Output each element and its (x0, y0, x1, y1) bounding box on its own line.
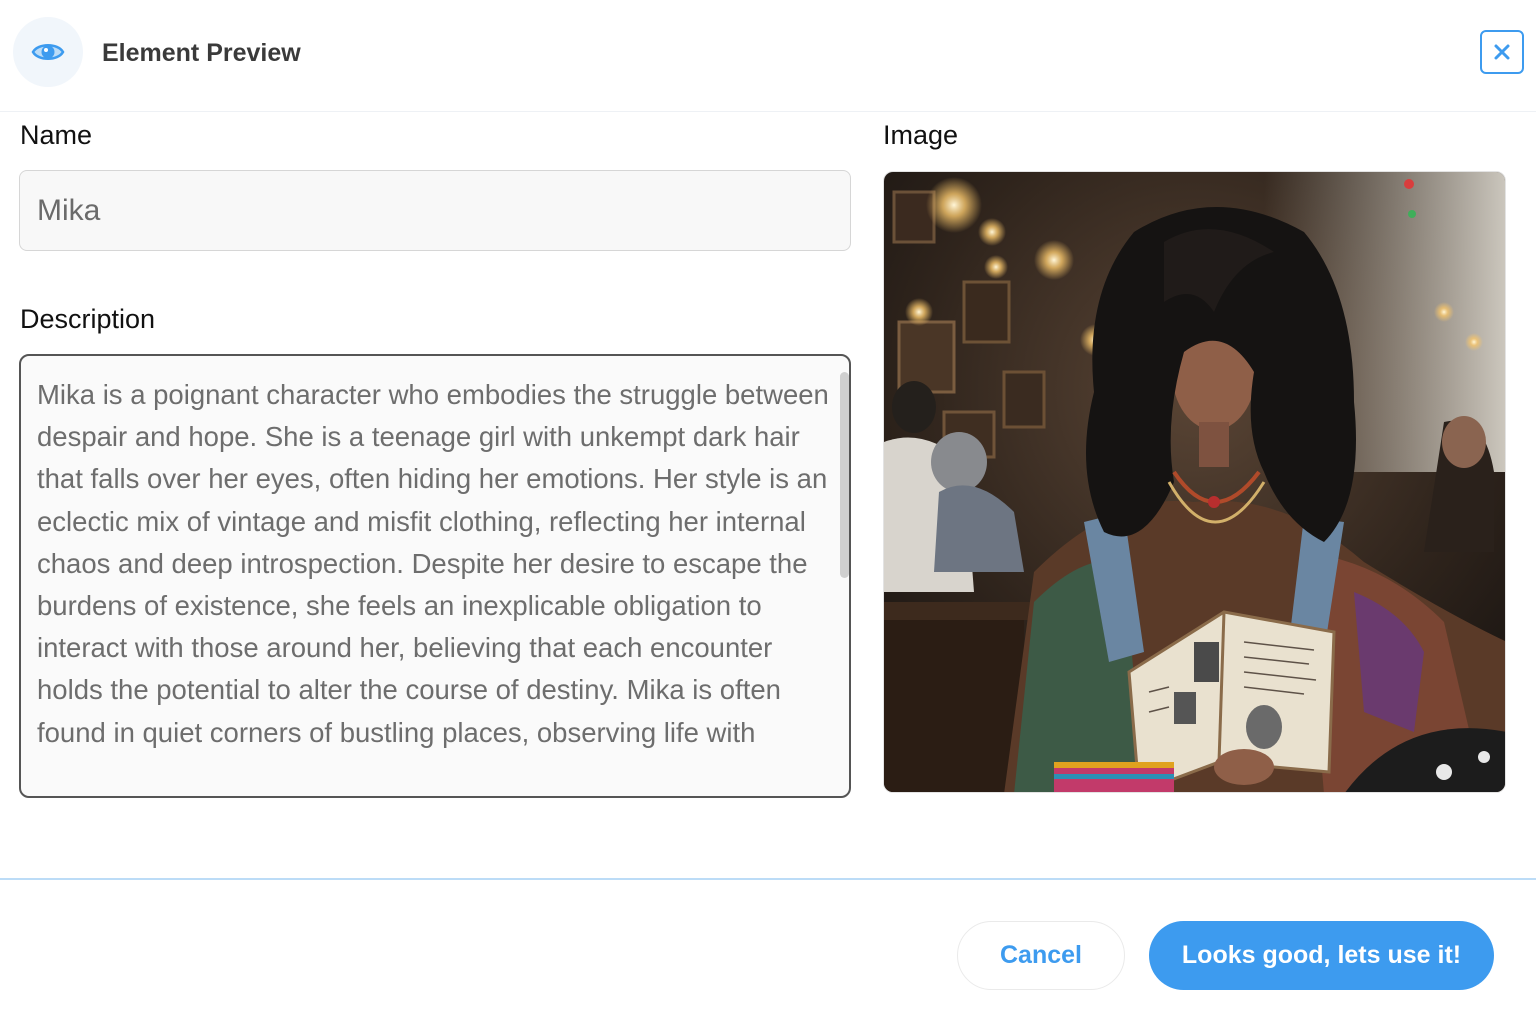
header-icon-badge (13, 17, 83, 87)
description-text: Mika is a poignant character who embodie… (37, 379, 829, 748)
cancel-button[interactable]: Cancel (957, 921, 1125, 990)
confirm-button[interactable]: Looks good, lets use it! (1149, 921, 1494, 990)
dialog-header: Element Preview (0, 0, 1536, 112)
character-image (883, 171, 1506, 793)
footer-divider (0, 878, 1536, 880)
description-field[interactable]: Mika is a poignant character who embodie… (19, 354, 851, 798)
description-scrollbar[interactable] (840, 372, 849, 578)
close-button[interactable] (1480, 30, 1524, 74)
image-label: Image (883, 120, 959, 150)
dialog-title: Element Preview (102, 39, 301, 67)
eye-icon (31, 44, 65, 60)
character-portrait-illustration (884, 172, 1505, 792)
name-label: Name (20, 120, 93, 150)
name-field[interactable]: Mika (19, 170, 851, 251)
description-label: Description (20, 304, 156, 334)
close-icon (1494, 44, 1510, 60)
element-preview-dialog: Element Preview Name Mika Description Mi… (0, 0, 1536, 1027)
